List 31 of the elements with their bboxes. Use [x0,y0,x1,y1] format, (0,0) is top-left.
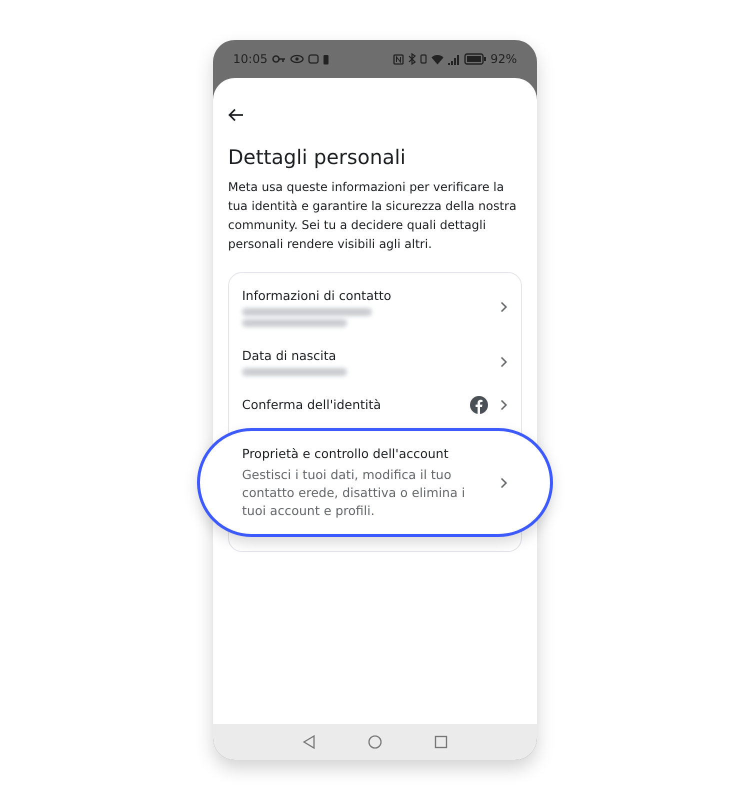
page-description: Meta usa queste informazioni per verificare la tua identità e garantire la sicurezza della nostra community. Sei tu a decidere quali dettagli personali rendere visibili agli altri. [228,179,518,253]
key-icon [272,54,286,64]
facebook-icon [470,396,488,414]
battery-icon [464,53,486,65]
bluetooth-icon [408,53,416,65]
nfc-icon [393,54,404,64]
chevron-right-icon [500,399,508,411]
recents-icon[interactable] [434,735,448,749]
list-item[interactable]: Informazioni di contatto [229,273,521,337]
back-nav-icon[interactable] [302,735,316,749]
item-description: Gestisci i tuoi dati, modifica il tuo contatto erede, disattiva o elimina i tuoi account e profili. [242,466,466,520]
list-item[interactable]: Conferma dell'identità [229,386,521,424]
item-title: Informazioni di contatto [242,287,392,305]
eye-icon [290,54,304,64]
item-title: Data di nascita [242,347,338,365]
chevron-right-icon [500,301,508,313]
vibrate-icon [420,54,428,64]
page-title: Dettagli personali [228,144,407,170]
item-title: Proprietà e controllo dell'account [242,445,450,463]
item-title: Conferma dell'identità [242,396,382,414]
status-time: 10:05 [233,51,268,68]
list-item[interactable]: Data di nascita [229,337,521,386]
chevron-right-icon [500,356,508,368]
list-item[interactable]: Proprietà e controllo dell'account Gestisci i tuoi dati, modifica il tuo contatto erede, disattiva o elimina i tuoi account e profili. [197,428,553,537]
wifi-icon [431,54,444,64]
signal-icon [448,54,460,64]
battery-saver-icon [322,54,329,64]
home-icon[interactable] [368,735,382,749]
chevron-right-icon [500,476,508,488]
back-icon[interactable] [228,108,244,122]
battery-percentage: 92% [490,51,517,68]
